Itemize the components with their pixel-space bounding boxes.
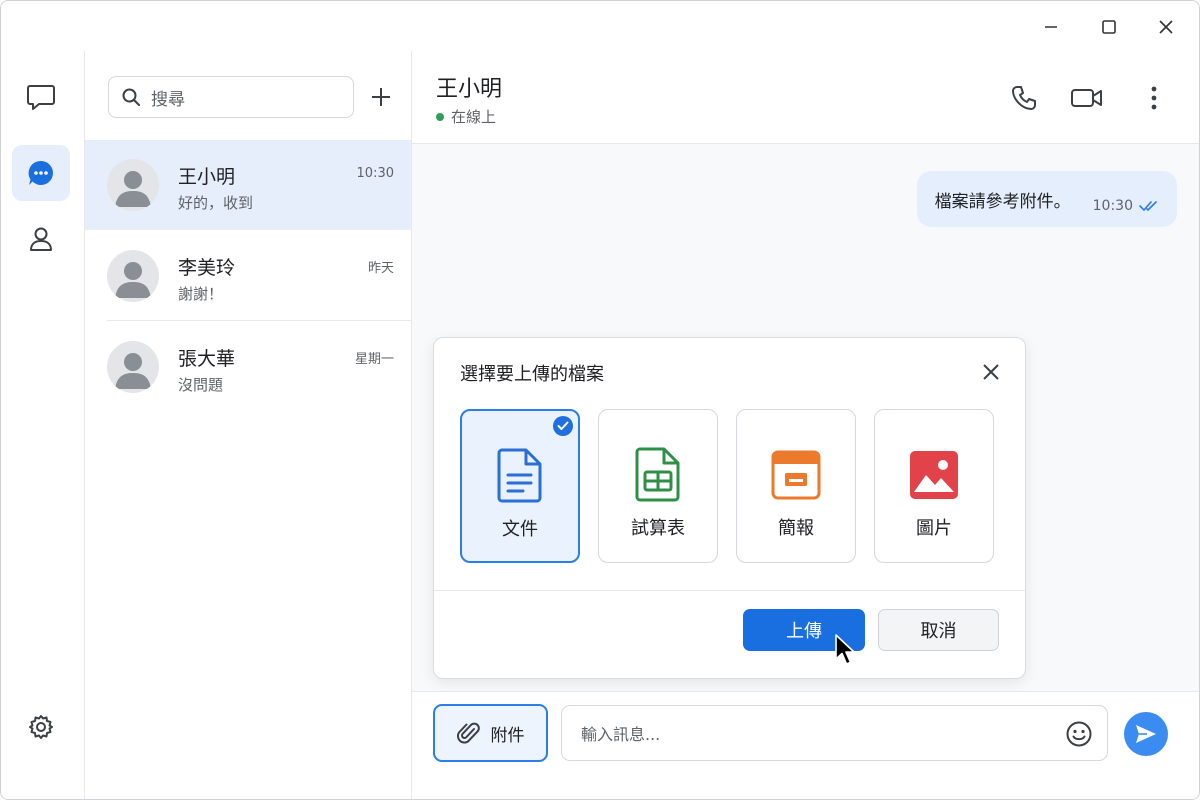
conversation-time: 10:30 bbox=[356, 166, 394, 181]
file-type-presentation[interactable]: 簡報 bbox=[736, 409, 856, 563]
chat-header: 王小明 在線上 bbox=[412, 51, 1199, 144]
divider bbox=[434, 590, 1025, 591]
rail-settings-button[interactable] bbox=[12, 699, 70, 755]
contact-name: 王小明 bbox=[436, 77, 503, 102]
new-chat-button[interactable] bbox=[367, 83, 395, 111]
avatar bbox=[107, 159, 159, 211]
more-options-button[interactable] bbox=[1136, 81, 1172, 115]
person-icon bbox=[30, 227, 52, 251]
divider bbox=[107, 320, 411, 321]
file-type-document[interactable]: 文件 bbox=[460, 409, 580, 563]
message-input-placeholder: 輸入訊息... bbox=[581, 725, 661, 744]
close-window-button[interactable] bbox=[1146, 9, 1186, 45]
minimize-icon bbox=[1045, 26, 1057, 28]
search-icon bbox=[122, 88, 140, 106]
message-meta: 10:30 bbox=[1093, 198, 1159, 214]
message-composer: 附件 輸入訊息... bbox=[412, 691, 1199, 799]
close-icon bbox=[1159, 20, 1173, 34]
document-icon bbox=[497, 448, 542, 503]
search-placeholder: 搜尋 bbox=[151, 89, 185, 110]
file-type-spreadsheet[interactable]: 試算表 bbox=[598, 409, 718, 563]
attach-button[interactable]: 附件 bbox=[433, 704, 548, 762]
upload-file-dialog: 選擇要上傳的檔案 文件 試算表 簡報 圖片 上傳 取消 bbox=[433, 337, 1026, 679]
more-vertical-icon bbox=[1151, 86, 1157, 110]
maximize-button[interactable] bbox=[1089, 9, 1129, 45]
dialog-title: 選擇要上傳的檔案 bbox=[460, 364, 604, 385]
cancel-button[interactable]: 取消 bbox=[878, 609, 999, 651]
app-window: 搜尋 王小明 好的，收到 10:30 李美玲 謝謝！ 昨天 張大華 沒問題 星期… bbox=[0, 0, 1200, 800]
send-icon bbox=[1136, 725, 1156, 743]
avatar-placeholder-icon bbox=[115, 171, 151, 207]
mouse-cursor-icon bbox=[835, 634, 855, 665]
phone-icon bbox=[1012, 86, 1036, 110]
selected-check-icon bbox=[553, 416, 573, 436]
file-type-image[interactable]: 圖片 bbox=[874, 409, 994, 563]
message-text: 檔案請參考附件。 bbox=[934, 191, 1071, 212]
maximize-icon bbox=[1102, 20, 1116, 34]
outgoing-message[interactable]: 檔案請參考附件。 10:30 bbox=[916, 171, 1177, 227]
rail-contacts-button[interactable] bbox=[12, 211, 70, 267]
rail-messages-button[interactable] bbox=[12, 145, 70, 201]
conversation-name: 張大華 bbox=[178, 348, 236, 370]
dialog-close-button[interactable] bbox=[977, 358, 1005, 386]
option-label: 試算表 bbox=[631, 518, 685, 539]
conversation-list-pane: 搜尋 王小明 好的，收到 10:30 李美玲 謝謝！ 昨天 張大華 沒問題 星期… bbox=[85, 51, 412, 799]
emoji-icon[interactable] bbox=[1065, 720, 1093, 748]
rail-chats-button[interactable] bbox=[12, 69, 70, 125]
chat-bubble-icon bbox=[27, 85, 55, 110]
conversation-time: 昨天 bbox=[367, 261, 394, 276]
voice-call-button[interactable] bbox=[1006, 81, 1042, 115]
spreadsheet-icon bbox=[635, 447, 680, 502]
conversation-preview: 謝謝！ bbox=[178, 285, 224, 303]
attach-label: 附件 bbox=[490, 725, 525, 746]
conversation-name: 李美玲 bbox=[178, 257, 236, 279]
conversation-preview: 好的，收到 bbox=[178, 194, 254, 212]
contact-status: 在線上 bbox=[436, 106, 496, 127]
close-icon bbox=[983, 364, 999, 380]
video-camera-icon bbox=[1071, 89, 1102, 107]
minimize-button[interactable] bbox=[1031, 9, 1071, 45]
conversation-preview: 沒問題 bbox=[178, 376, 224, 394]
chat-panel: 王小明 在線上 檔案請參考附件。 10:30 選擇要上傳的檔案 文件 試算表 簡… bbox=[412, 51, 1199, 799]
gear-icon bbox=[29, 715, 53, 739]
option-label: 簡報 bbox=[778, 518, 814, 539]
title-bar bbox=[1, 1, 1199, 51]
status-text: 在線上 bbox=[451, 108, 497, 126]
video-call-button[interactable] bbox=[1069, 81, 1105, 115]
option-label: 文件 bbox=[502, 519, 538, 540]
conversation-time: 星期一 bbox=[354, 352, 394, 367]
conversation-item[interactable]: 李美玲 謝謝！ 昨天 bbox=[85, 231, 411, 321]
plus-icon bbox=[372, 88, 390, 106]
option-label: 圖片 bbox=[916, 518, 952, 539]
paperclip-icon bbox=[456, 722, 480, 744]
double-check-icon bbox=[1139, 201, 1157, 211]
message-time: 10:30 bbox=[1092, 198, 1133, 214]
avatar bbox=[107, 250, 159, 302]
avatar-placeholder-icon bbox=[115, 353, 151, 389]
navigation-rail bbox=[1, 51, 85, 799]
chat-filled-icon bbox=[28, 160, 53, 185]
image-icon bbox=[910, 451, 958, 499]
conversation-item[interactable]: 張大華 沒問題 星期一 bbox=[85, 322, 411, 412]
search-input[interactable]: 搜尋 bbox=[108, 76, 354, 118]
send-button[interactable] bbox=[1124, 712, 1168, 756]
conversation-item[interactable]: 王小明 好的，收到 10:30 bbox=[85, 140, 411, 230]
online-status-dot bbox=[436, 112, 444, 121]
conversation-name: 王小明 bbox=[178, 166, 236, 188]
avatar bbox=[107, 341, 159, 393]
message-input[interactable]: 輸入訊息... bbox=[561, 705, 1108, 761]
presentation-icon bbox=[771, 450, 821, 500]
avatar-placeholder-icon bbox=[115, 262, 151, 298]
